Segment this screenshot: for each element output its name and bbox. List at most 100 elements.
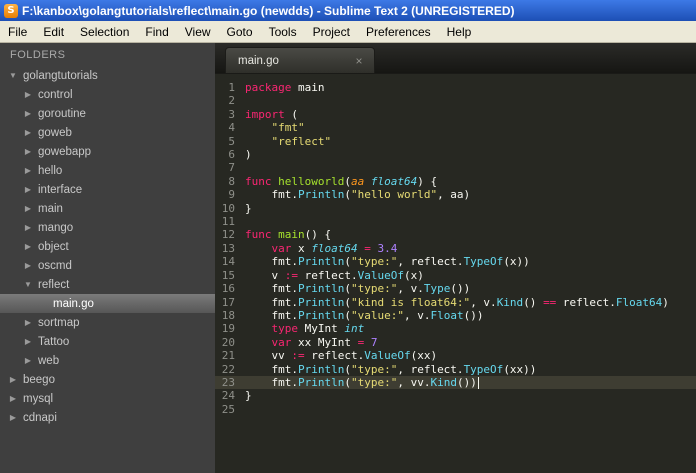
folder-tree: ▼ golangtutorials ▶ control ▶ goroutine ▶ goweb…	[0, 66, 215, 427]
code-line-7[interactable]: 7	[215, 161, 696, 174]
menu-item-tools[interactable]: Tools	[261, 21, 305, 42]
code-line-11[interactable]: 11	[215, 215, 696, 228]
code-editor[interactable]: 1 package main 2 3 import (4 "fmt" 5 "reflect…	[215, 74, 696, 473]
line-number: 12	[221, 228, 235, 242]
code-line-4[interactable]: 4 "fmt"	[215, 121, 696, 134]
code-line-15[interactable]: 15 v := reflect.ValueOf(x)	[215, 269, 696, 282]
line-number: 10	[221, 201, 235, 215]
code-text: }	[245, 389, 252, 403]
tree-folder-control[interactable]: ▶ control	[0, 85, 215, 104]
triangle-down-icon[interactable]: ▼	[23, 280, 33, 289]
triangle-right-icon[interactable]: ▶	[23, 242, 33, 251]
tree-folder-golangtutorials[interactable]: ▼ golangtutorials	[0, 66, 215, 85]
menu-item-view[interactable]: View	[177, 21, 219, 42]
tree-item-label: main	[38, 202, 63, 215]
code-text: type MyInt int	[271, 322, 365, 336]
tree-folder-gowebapp[interactable]: ▶ gowebapp	[0, 142, 215, 161]
editor-column: main.go × 1 package main 2 3 import (4 "fmt"…	[215, 43, 696, 473]
tree-folder-interface[interactable]: ▶ interface	[0, 180, 215, 199]
code-line-25[interactable]: 25	[215, 403, 696, 416]
code-line-24[interactable]: 24}	[215, 389, 696, 402]
tree-folder-goweb[interactable]: ▶ goweb	[0, 123, 215, 142]
tree-folder-tattoo[interactable]: ▶ Tattoo	[0, 332, 215, 351]
triangle-right-icon[interactable]: ▶	[23, 337, 33, 346]
triangle-right-icon[interactable]: ▶	[23, 185, 33, 194]
code-line-19[interactable]: 19 type MyInt int	[215, 322, 696, 335]
triangle-right-icon[interactable]: ▶	[8, 375, 18, 384]
code-line-16[interactable]: 16 fmt.Println("type:", v.Type())	[215, 282, 696, 295]
tree-folder-web[interactable]: ▶ web	[0, 351, 215, 370]
triangle-right-icon[interactable]: ▶	[23, 204, 33, 213]
code-line-14[interactable]: 14 fmt.Println("type:", reflect.TypeOf(x…	[215, 255, 696, 268]
code-line-12[interactable]: 12 func main() {	[215, 228, 696, 241]
tree-folder-object[interactable]: ▶ object	[0, 237, 215, 256]
code-line-3[interactable]: 3 import (	[215, 108, 696, 121]
code-line-23[interactable]: 23 fmt.Println("type:", vv.Kind())	[215, 375, 696, 390]
triangle-right-icon[interactable]: ▶	[23, 166, 33, 175]
triangle-right-icon[interactable]: ▶	[23, 109, 33, 118]
code-line-21[interactable]: 21 vv := reflect.ValueOf(xx)	[215, 349, 696, 362]
menu-item-edit[interactable]: Edit	[35, 21, 72, 42]
menu-item-file[interactable]: File	[0, 21, 35, 42]
menu-item-selection[interactable]: Selection	[72, 21, 137, 42]
menu-item-preferences[interactable]: Preferences	[358, 21, 439, 42]
code-text: fmt.Println("type:", v.Type())	[245, 282, 471, 296]
code-line-8[interactable]: 8 func helloworld(aa float64) {	[215, 175, 696, 188]
title-bar[interactable]: S F:\kanbox\golangtutorials\reflect\main…	[0, 0, 696, 21]
tree-folder-beego[interactable]: ▶ beego	[0, 370, 215, 389]
tree-folder-mango[interactable]: ▶ mango	[0, 218, 215, 237]
line-number: 25	[221, 402, 235, 416]
tab-main-go[interactable]: main.go ×	[225, 47, 375, 73]
code-line-18[interactable]: 18 fmt.Println("value:", v.Float())	[215, 309, 696, 322]
code-line-17[interactable]: 17 fmt.Println("kind is float64:", v.Kin…	[215, 296, 696, 309]
code-line-5[interactable]: 5 "reflect"	[215, 135, 696, 148]
tree-folder-hello[interactable]: ▶ hello	[0, 161, 215, 180]
menu-item-help[interactable]: Help	[439, 21, 480, 42]
line-number: 18	[221, 308, 235, 322]
triangle-right-icon[interactable]: ▶	[23, 128, 33, 137]
triangle-right-icon[interactable]: ▶	[23, 223, 33, 232]
code-line-9[interactable]: 9 fmt.Println("hello world", aa)	[215, 188, 696, 201]
code-line-22[interactable]: 22 fmt.Println("type:", reflect.TypeOf(x…	[215, 363, 696, 376]
code-text: )	[245, 148, 252, 162]
code-line-20[interactable]: 20 var xx MyInt = 7	[215, 336, 696, 349]
triangle-right-icon[interactable]: ▶	[23, 261, 33, 270]
tree-folder-sortmap[interactable]: ▶ sortmap	[0, 313, 215, 332]
tab-close-icon[interactable]: ×	[352, 54, 366, 68]
triangle-right-icon[interactable]: ▶	[8, 394, 18, 403]
code-line-6[interactable]: 6)	[215, 148, 696, 161]
code-line-10[interactable]: 10}	[215, 202, 696, 215]
tree-folder-goroutine[interactable]: ▶ goroutine	[0, 104, 215, 123]
triangle-right-icon[interactable]: ▶	[23, 356, 33, 365]
tree-folder-reflect[interactable]: ▼ reflect	[0, 275, 215, 294]
code-line-13[interactable]: 13 var x float64 = 3.4	[215, 242, 696, 255]
tree-folder-main[interactable]: ▶ main	[0, 199, 215, 218]
window-title: F:\kanbox\golangtutorials\reflect\main.g…	[22, 3, 515, 18]
triangle-right-icon[interactable]: ▶	[23, 318, 33, 327]
tree-folder-mysql[interactable]: ▶ mysql	[0, 389, 215, 408]
line-number: 16	[221, 282, 235, 296]
tree-item-label: golangtutorials	[23, 69, 98, 82]
tree-item-label: interface	[38, 183, 83, 196]
menu-item-goto[interactable]: Goto	[219, 21, 261, 42]
tree-folder-oscmd[interactable]: ▶ oscmd	[0, 256, 215, 275]
code-text: var x float64 = 3.4	[271, 241, 398, 255]
code-text: "fmt"	[271, 121, 305, 135]
triangle-right-icon[interactable]: ▶	[23, 147, 33, 156]
tree-item-label: web	[38, 354, 60, 367]
code-text: var xx MyInt = 7	[271, 335, 378, 349]
triangle-right-icon[interactable]: ▶	[23, 90, 33, 99]
tree-file-main.go[interactable]: main.go	[0, 294, 215, 313]
code-text: fmt.Println("hello world", aa)	[245, 188, 471, 202]
menu-item-project[interactable]: Project	[305, 21, 358, 42]
tree-folder-cdnapi[interactable]: ▶ cdnapi	[0, 408, 215, 427]
folders-header: FOLDERS	[10, 49, 66, 61]
code-text: }	[245, 201, 252, 215]
triangle-down-icon[interactable]: ▼	[8, 71, 18, 80]
code-line-1[interactable]: 1 package main	[215, 81, 696, 94]
tree-item-label: Tattoo	[38, 335, 70, 348]
menu-item-find[interactable]: Find	[137, 21, 176, 42]
sublime-app-icon: S	[4, 3, 18, 18]
triangle-right-icon[interactable]: ▶	[8, 413, 18, 422]
code-line-2[interactable]: 2	[215, 94, 696, 107]
